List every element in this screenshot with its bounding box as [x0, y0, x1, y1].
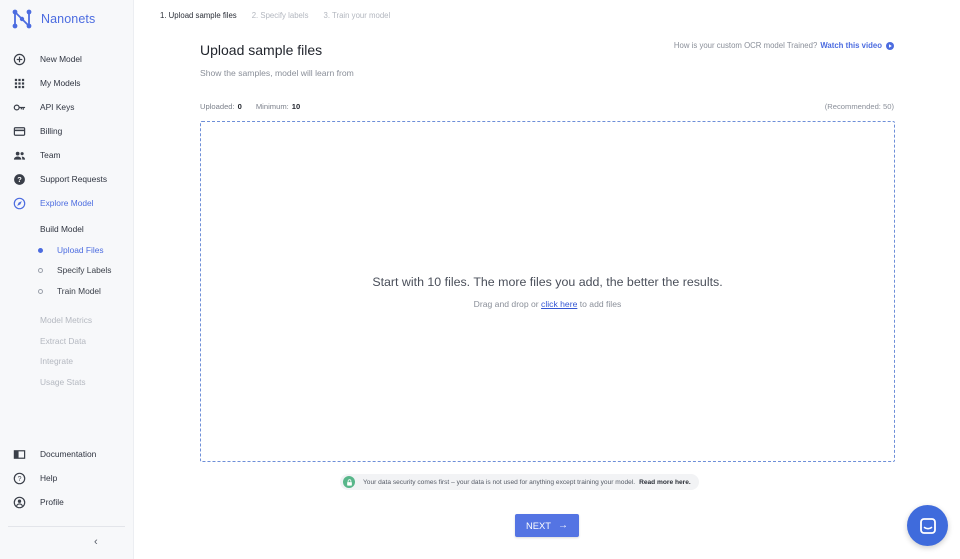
sidebar-item-label: Documentation — [40, 449, 97, 459]
sidebar-item-label: My Models — [40, 78, 81, 88]
page-subtitle: Show the samples, model will learn from — [200, 68, 354, 78]
question-circle-icon: ? — [12, 471, 26, 485]
drop-prefix: Drag and drop or — [473, 299, 539, 309]
sidebar-item-label: Explore Model — [40, 198, 94, 208]
sidebar-item-billing[interactable]: Billing — [12, 123, 62, 139]
sidebar-item-team[interactable]: Team — [12, 147, 60, 163]
compass-icon — [12, 196, 26, 210]
svg-text:?: ? — [17, 475, 21, 482]
click-here-link[interactable]: click here — [541, 299, 577, 309]
dropzone-instructions: Drag and drop or click here to add files — [201, 299, 894, 309]
file-dropzone[interactable]: Start with 10 files. The more files you … — [200, 121, 895, 462]
sidebar: Nanonets New Model My Models API Keys Bi… — [0, 0, 134, 559]
sidebar-subitem-label: Train Model — [57, 286, 101, 296]
sidebar-item-new-model[interactable]: New Model — [12, 51, 82, 67]
sidebar-item-label: API Keys — [40, 102, 75, 112]
sidebar-item-label: New Model — [40, 54, 82, 64]
sidebar-subitem-label: Upload Files — [57, 245, 104, 255]
brand-name: Nanonets — [41, 12, 96, 26]
sidebar-item-label: Help — [40, 473, 58, 483]
lock-icon — [343, 476, 355, 488]
sidebar-item-usage-stats: Usage Stats — [40, 377, 86, 387]
step-train-your-model[interactable]: 3. Train your model — [324, 11, 391, 20]
collapse-sidebar-icon[interactable]: ‹ — [94, 536, 104, 548]
team-icon — [12, 148, 26, 162]
sidebar-subitem-train-model[interactable]: Train Model — [38, 286, 101, 296]
sidebar-item-explore-model[interactable]: Explore Model — [12, 195, 94, 211]
arrow-right-icon: → — [558, 520, 568, 531]
security-notice: Your data security comes first – your da… — [340, 474, 699, 490]
page-title: Upload sample files — [200, 42, 323, 58]
key-icon — [12, 100, 26, 114]
sidebar-item-support-requests[interactable]: ? Support Requests — [12, 171, 107, 187]
chat-widget-button[interactable] — [907, 505, 948, 546]
sidebar-item-my-models[interactable]: My Models — [12, 75, 81, 91]
sidebar-item-profile[interactable]: Profile — [12, 494, 64, 510]
active-step-dot — [38, 247, 43, 253]
sidebar-subitem-label: Specify Labels — [57, 265, 112, 275]
user-circle-icon — [12, 495, 26, 509]
brand[interactable]: Nanonets — [11, 8, 95, 30]
sidebar-item-model-metrics: Model Metrics — [40, 315, 93, 325]
sidebar-item-integrate: Integrate — [40, 356, 74, 366]
sidebar-divider — [8, 526, 125, 527]
dropzone-heading: Start with 10 files. The more files you … — [372, 275, 723, 289]
step-breadcrumb: 1. Upload sample files 2. Specify labels… — [160, 11, 405, 20]
sidebar-item-label: Profile — [40, 497, 64, 507]
sidebar-item-documentation[interactable]: Documentation — [12, 446, 96, 462]
svg-text:?: ? — [17, 175, 22, 184]
nanonets-logo-icon — [12, 9, 32, 29]
sidebar-item-label: Support Requests — [40, 174, 108, 184]
step-dot — [38, 267, 43, 273]
chat-icon — [919, 517, 936, 534]
video-hint-text: How is your custom OCR model Trained? — [673, 41, 818, 50]
uploaded-label: Uploaded: — [200, 102, 235, 111]
sidebar-item-label: Team — [40, 150, 61, 160]
grid-icon — [12, 76, 26, 90]
recommended-count: (Recommended: 50) — [824, 102, 894, 111]
sidebar-subitem-upload-files[interactable]: Upload Files — [38, 245, 104, 255]
book-icon — [12, 447, 26, 461]
sidebar-item-help[interactable]: ? Help — [12, 470, 57, 486]
video-hint: How is your custom OCR model Trained? Wa… — [674, 41, 894, 50]
sidebar-item-api-keys[interactable]: API Keys — [12, 99, 74, 115]
read-more-link[interactable]: Read more here. — [639, 479, 691, 486]
next-button-label: NEXT — [525, 520, 551, 531]
drop-suffix: to add files — [579, 299, 622, 309]
play-icon[interactable] — [886, 41, 894, 50]
sidebar-item-label: Billing — [40, 126, 63, 136]
minimum-label: Minimum: — [255, 102, 289, 111]
minimum-count: 10 — [291, 102, 301, 111]
help-icon: ? — [12, 172, 26, 186]
watch-video-link[interactable]: Watch this video — [820, 41, 882, 50]
credit-card-icon — [12, 124, 26, 138]
build-model-heading: Build Model — [40, 224, 84, 234]
step-specify-labels[interactable]: 2. Specify labels — [252, 11, 309, 20]
step-upload-sample-files[interactable]: 1. Upload sample files — [160, 11, 237, 20]
next-button[interactable]: NEXT → — [515, 514, 579, 537]
upload-counts: Uploaded: 0 Minimum: 10 — [200, 102, 300, 111]
sidebar-subitem-specify-labels[interactable]: Specify Labels — [38, 265, 111, 275]
sidebar-item-extract-data: Extract Data — [40, 336, 87, 346]
plus-circle-icon — [12, 52, 26, 66]
step-dot — [38, 288, 43, 294]
security-text: Your data security comes first – your da… — [363, 478, 636, 486]
